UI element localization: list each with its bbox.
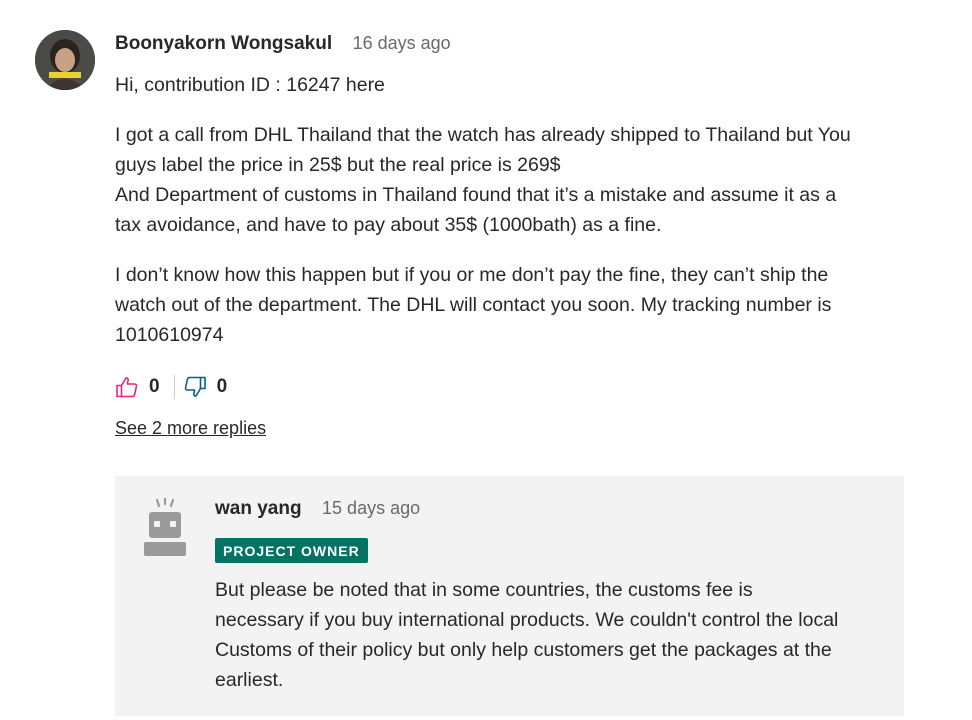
robot-avatar-icon xyxy=(144,496,186,556)
thumbs-up-icon xyxy=(116,377,138,398)
text-line: 1010610974 xyxy=(115,324,224,346)
text-line: guys label the price in 25$ but the real… xyxy=(115,154,561,176)
upvote-count: 0 xyxy=(149,376,160,397)
project-owner-badge: PROJECT OWNER xyxy=(215,538,368,563)
reply-header: wan yang 15 days ago xyxy=(215,498,420,520)
comment-body: Hi, contribution ID : 16247 here I got a… xyxy=(115,70,905,370)
timestamp: 16 days ago xyxy=(352,33,451,53)
vote-bar: 0 0 xyxy=(115,372,227,402)
text-line: earliest. xyxy=(215,669,284,691)
text-line: And Department of customs in Thailand fo… xyxy=(115,184,837,206)
downvote-count: 0 xyxy=(216,376,228,397)
comment: Boonyakorn Wongsakul 16 days ago Hi, con… xyxy=(0,0,972,720)
author-name[interactable]: wan yang xyxy=(215,498,302,519)
divider xyxy=(173,375,175,399)
text-line: I don’t know how this happen but if you … xyxy=(115,264,829,286)
text-line: But please be noted that in some countri… xyxy=(215,579,753,601)
thumbs-down-icon xyxy=(184,376,206,397)
timestamp: 15 days ago xyxy=(322,498,421,518)
reply-body: But please be noted that in some countri… xyxy=(215,575,895,695)
text-line: tax avoidance, and have to pay about 35$… xyxy=(115,214,662,236)
avatar[interactable] xyxy=(141,496,189,560)
profile-photo xyxy=(35,30,95,90)
paragraph: Hi, contribution ID : 16247 here xyxy=(115,70,905,100)
comment-header: Boonyakorn Wongsakul 16 days ago xyxy=(115,33,451,55)
upvote-button[interactable]: 0 xyxy=(115,375,160,399)
text-line: necessary if you buy international produ… xyxy=(215,609,839,631)
text-line: Hi, contribution ID : 16247 here xyxy=(115,74,385,96)
text-line: Customs of their policy but only help cu… xyxy=(215,639,832,661)
text-line: watch out of the department. The DHL wil… xyxy=(115,294,832,316)
downvote-button[interactable]: 0 xyxy=(183,375,228,399)
see-more-replies-link[interactable]: See 2 more replies xyxy=(115,418,266,439)
reply: wan yang 15 days ago PROJECT OWNER But p… xyxy=(115,476,904,716)
avatar[interactable] xyxy=(35,30,95,90)
author-name[interactable]: Boonyakorn Wongsakul xyxy=(115,33,332,54)
paragraph: I don’t know how this happen but if you … xyxy=(115,260,905,350)
paragraph: I got a call from DHL Thailand that the … xyxy=(115,120,905,240)
text-line: I got a call from DHL Thailand that the … xyxy=(115,124,851,146)
